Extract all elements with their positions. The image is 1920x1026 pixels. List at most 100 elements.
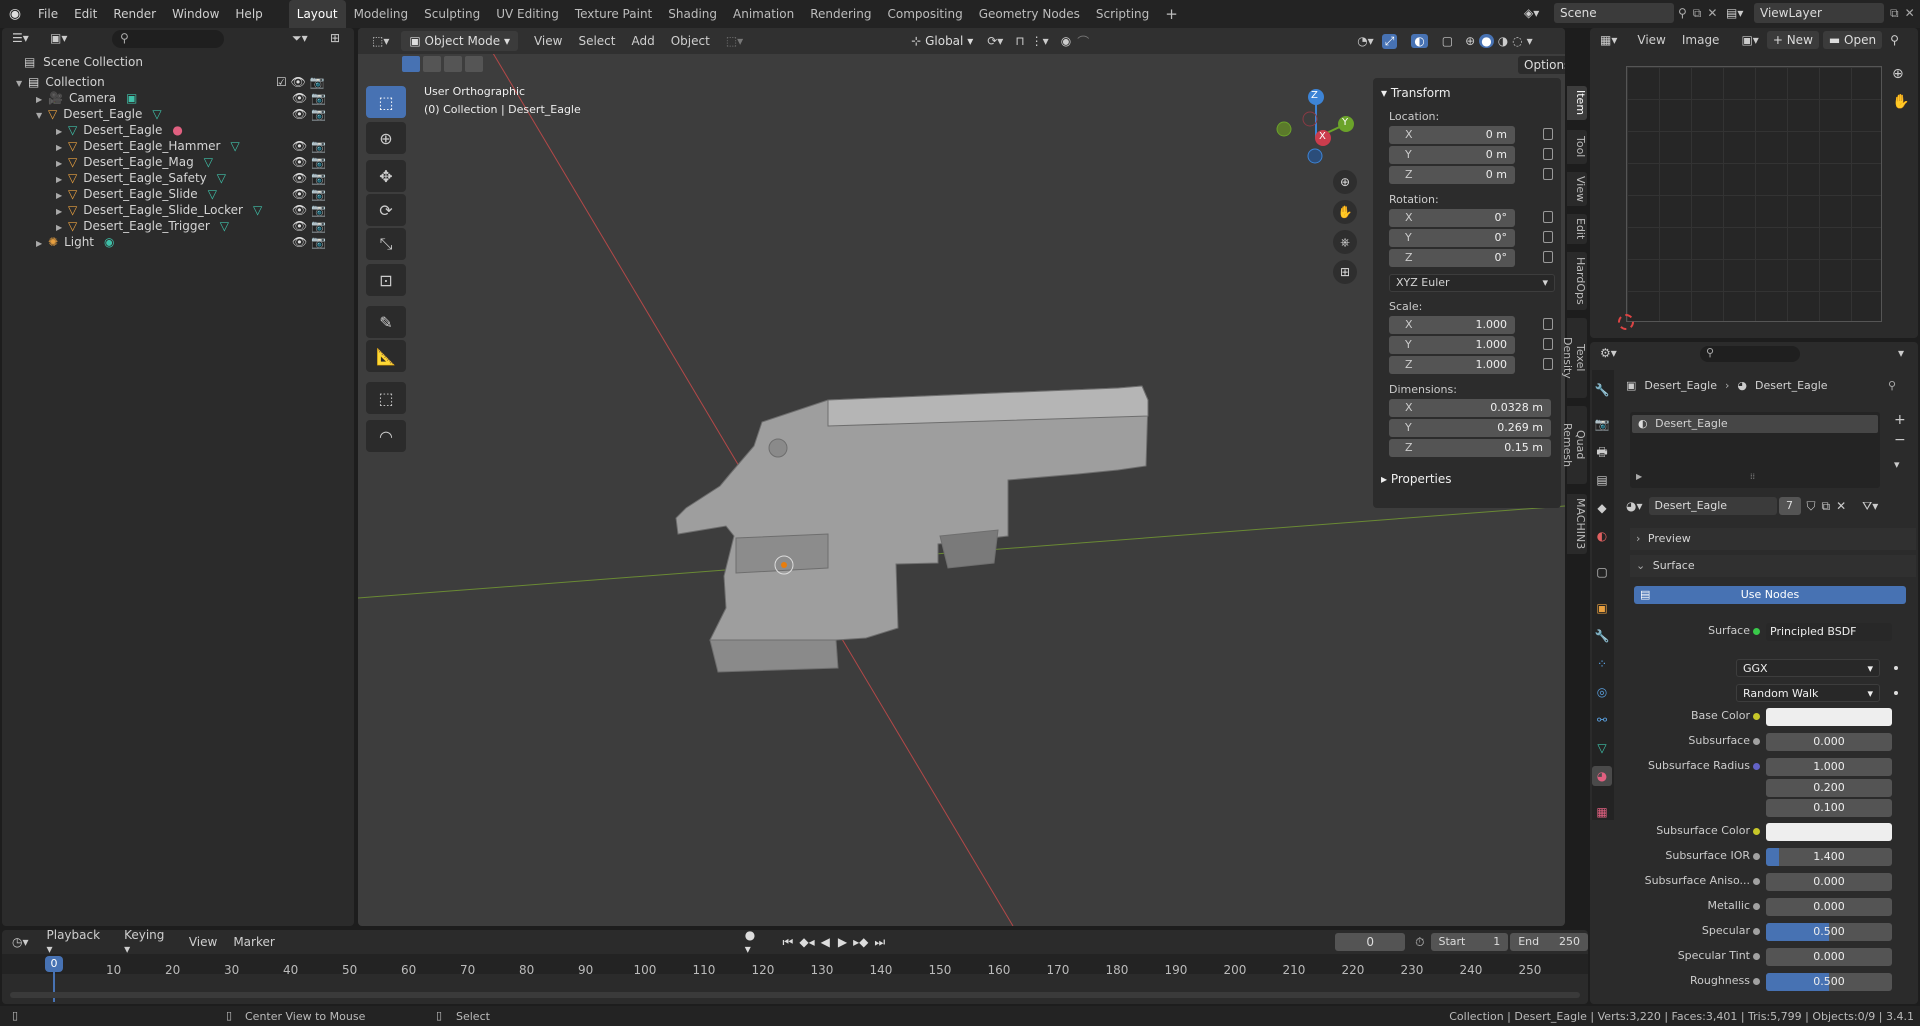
filter-icon[interactable]: ⏷▾ [292,31,308,46]
socket-icon[interactable] [1753,878,1760,885]
outliner-row[interactable]: ▶ ✺ Light ◉ 👁 📷 [36,232,352,252]
rotate-tool[interactable]: ⟳ [366,194,406,226]
material-user-count[interactable]: 7 [1778,497,1801,515]
use-nodes-button[interactable]: ▤ Use Nodes [1634,586,1906,604]
tab-uv-editing[interactable]: UV Editing [488,0,567,28]
npanel-tab-edit[interactable]: Edit [1567,214,1587,244]
lock-icon[interactable] [1543,211,1553,223]
gizmo-toggle-icon[interactable]: ⤢ [1381,33,1398,49]
lock-icon[interactable] [1543,148,1553,160]
tab-rendering[interactable]: Rendering [802,0,879,28]
end-frame-field[interactable]: End 250 [1510,933,1588,951]
delete-viewlayer-icon[interactable]: ✕ [1905,6,1915,20]
lock-icon[interactable] [1543,338,1553,350]
properties-search-input[interactable]: ⚲ [1700,346,1800,362]
cursor-tool[interactable]: ⊕ [366,122,406,154]
zoom-icon[interactable]: ⊕ [1892,66,1904,82]
properties-tab-constraints-icon[interactable]: ⚯ [1592,710,1612,730]
material-name-field[interactable]: Desert_Eagle [1648,497,1777,515]
properties-tab-data-icon[interactable]: ▽ [1592,738,1612,758]
render-camera-icon[interactable]: 📷 [311,203,326,217]
timeline-scrollbar[interactable] [10,992,1580,998]
socket-icon[interactable] [1753,738,1760,745]
menu-file[interactable]: File [30,7,66,21]
blender-logo-icon[interactable]: ◉ [0,6,30,22]
bevel-tool[interactable]: ◠ [366,420,406,452]
value-field[interactable]: 0.000 [1766,898,1892,916]
render-camera-icon[interactable]: 📷 [311,91,326,105]
camera-view-icon[interactable]: ⎈ [1333,230,1357,254]
socket-icon[interactable] [1753,928,1760,935]
play-icon[interactable]: ▶ [838,935,847,949]
image-menu-image[interactable]: Image [1674,33,1728,47]
start-frame-field[interactable]: Start 1 [1430,933,1509,951]
visibility-icon[interactable]: ◔▾ [1357,34,1374,48]
value-field[interactable]: 0.000 [1766,733,1892,751]
exclude-checkbox[interactable]: ☑ [276,75,291,89]
viewport-menu-view[interactable]: View [526,34,570,48]
expand-right-icon[interactable]: ▶ [36,234,48,254]
pin-icon[interactable]: ⚲ [1678,6,1687,20]
npanel-tab-machin3[interactable]: MACHIN3 [1567,494,1587,554]
tab-scripting[interactable]: Scripting [1088,0,1157,28]
slot-add-button[interactable]: + [1894,412,1906,428]
ortho-grid-icon[interactable]: ⊞ [1333,260,1357,284]
lock-icon[interactable] [1543,168,1553,180]
viewlayer-selector[interactable]: ▤▾ ViewLayer ⧉ ✕ [1726,3,1916,23]
snap-icon[interactable]: ⊓ [1015,34,1024,48]
npanel-tab-quad-remesh[interactable]: Quad Remesh [1561,406,1587,484]
expand-down-icon[interactable]: ▼ [36,106,48,126]
preview-section-header[interactable]: › Preview [1630,528,1916,550]
select-box-tool[interactable]: ⬚ [366,86,406,118]
new-scene-icon[interactable]: ⧉ [1693,6,1702,21]
new-image-button[interactable]: + New [1766,31,1819,49]
eye-icon[interactable]: 👁 [292,219,311,233]
lock-icon[interactable] [1543,231,1553,243]
tab-compositing[interactable]: Compositing [879,0,970,28]
snap-target-icon[interactable]: ⋮▾ [1031,34,1049,48]
measure-tool[interactable]: 📐 [366,340,406,372]
expand-icon[interactable]: ▶ [1636,472,1642,481]
options-dropdown[interactable]: Options [1518,56,1565,74]
properties-tab-output-icon[interactable]: 🖶 [1592,442,1612,462]
record-icon[interactable]: ● ▾ [745,928,765,956]
jump-start-icon[interactable]: ⏮ [783,935,794,950]
rotation-y-field[interactable]: Y 0° [1389,229,1515,247]
eye-icon[interactable]: 👁 [292,155,311,169]
material-slot-row[interactable]: ◐ Desert_Eagle [1632,415,1878,433]
delete-scene-icon[interactable]: ✕ [1707,6,1717,20]
properties-tab-modifier-icon[interactable]: 🔧 [1592,626,1612,646]
npanel-tab-tool[interactable]: Tool [1567,130,1587,164]
shading-rendered-icon[interactable]: ◌ [1512,34,1522,48]
tab-layout[interactable]: Layout [288,0,346,28]
color-swatch[interactable] [1766,708,1892,726]
render-camera-icon[interactable]: 📷 [311,107,326,121]
color-swatch[interactable] [1766,823,1892,841]
location-x-field[interactable]: X 0 m [1389,126,1515,144]
resize-handle-icon[interactable]: ⁞⁞ [1750,472,1755,481]
render-camera-icon[interactable]: 📷 [311,187,326,201]
location-y-field[interactable]: Y 0 m [1389,146,1515,164]
properties-tab-material-icon[interactable]: ◕ [1592,766,1612,786]
menu-edit[interactable]: Edit [66,7,105,21]
properties-tab-particles-icon[interactable]: ⁘ [1592,654,1612,674]
socket-icon[interactable] [1753,828,1760,835]
scale-tool[interactable]: ⤡ [366,228,406,260]
socket-icon[interactable] [1753,978,1760,985]
value-field[interactable]: 1.400 [1766,848,1892,866]
pan-hand-icon[interactable]: ✋ [1892,94,1909,110]
pan-hand-icon[interactable]: ✋ [1333,200,1357,224]
rotation-z-field[interactable]: Z 0° [1389,249,1515,267]
material-slot-list[interactable]: ◐ Desert_Eagle ▶ ⁞⁞ [1630,412,1880,488]
tab-shading[interactable]: Shading [660,0,725,28]
properties-tab-world-icon[interactable]: ◐ [1592,526,1612,546]
scale-x-field[interactable]: X 1.000 [1389,316,1515,334]
viewport-menu-add[interactable]: Add [624,34,663,48]
render-camera-icon[interactable]: 📷 [311,155,326,169]
node-tree-icon[interactable]: ⛛▾ [1862,499,1878,514]
select-subtract-icon[interactable] [444,56,462,72]
new-collection-icon[interactable]: ⊞ [330,31,340,45]
timeline-menu-playback[interactable]: Playback ▾ [39,928,117,956]
rotation-mode-dropdown[interactable]: XYZ Euler ▾ [1389,274,1555,292]
properties-tab-scene-icon[interactable]: ◆ [1592,498,1612,518]
